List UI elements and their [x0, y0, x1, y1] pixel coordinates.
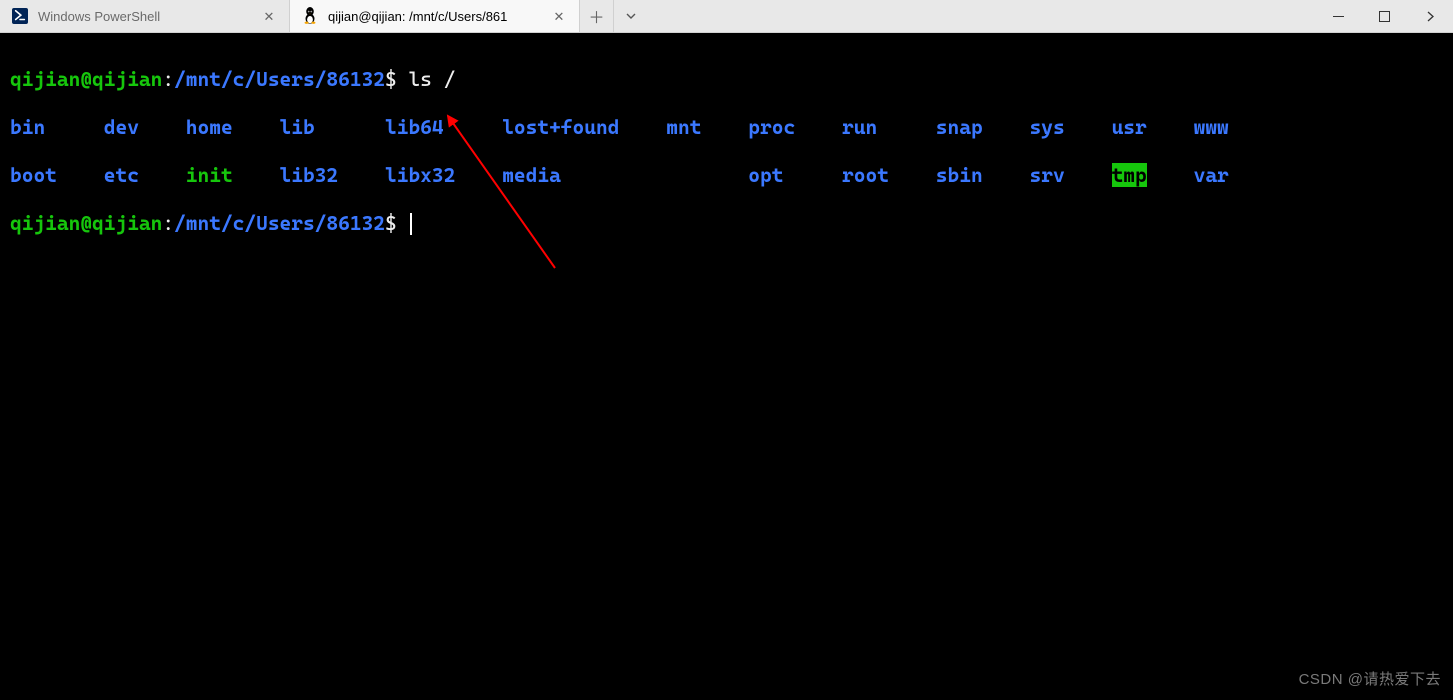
tab-title: Windows PowerShell	[38, 9, 251, 24]
tab-bar: Windows PowerShell ✕ qijian@qijian: /mnt…	[0, 0, 1453, 33]
tux-icon	[302, 8, 318, 24]
new-tab-button[interactable]: ＋	[580, 0, 614, 33]
tab-dropdown-button[interactable]	[614, 0, 648, 33]
tab-actions: ＋	[580, 0, 648, 32]
watermark: CSDN @请热爱下去	[1299, 668, 1441, 692]
window-controls	[1315, 0, 1453, 32]
next-button[interactable]	[1407, 0, 1453, 33]
minimize-button[interactable]	[1315, 0, 1361, 33]
close-icon[interactable]: ✕	[551, 8, 567, 24]
tab-wsl[interactable]: qijian@qijian: /mnt/c/Users/861 ✕	[290, 0, 580, 32]
close-icon[interactable]: ✕	[261, 8, 277, 24]
tab-title: qijian@qijian: /mnt/c/Users/861	[328, 9, 541, 24]
tab-powershell[interactable]: Windows PowerShell ✕	[0, 0, 290, 32]
powershell-icon	[12, 8, 28, 24]
maximize-button[interactable]	[1361, 0, 1407, 33]
terminal-output[interactable]: qijian@qijian:/mnt/c/Users/86132$ ls / b…	[0, 33, 1453, 700]
